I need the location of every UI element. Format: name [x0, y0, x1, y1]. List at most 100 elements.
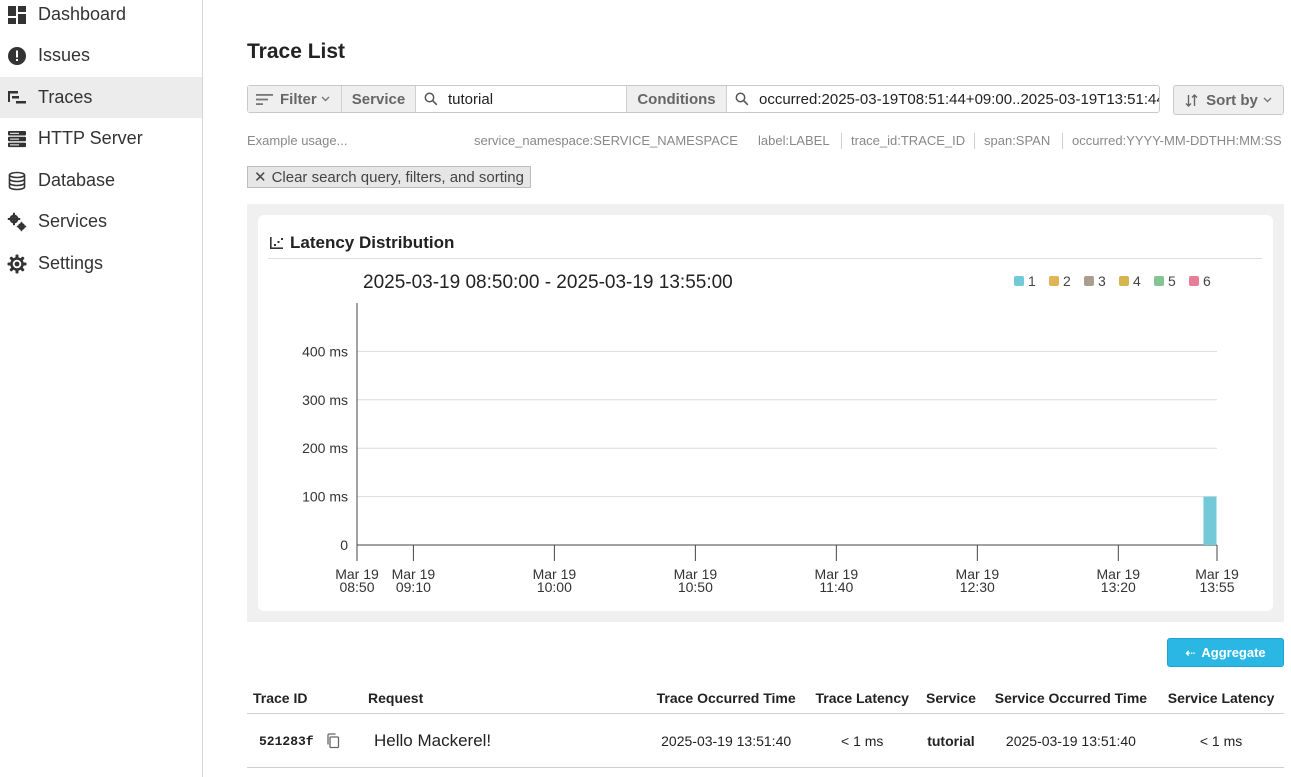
sidebar-item-database[interactable]: Database — [0, 160, 202, 201]
x-tick-label: 09:10 — [396, 579, 431, 595]
hint-divider — [974, 133, 975, 149]
service-latency-cell: < 1 ms — [1158, 713, 1284, 768]
legend-swatch-5 — [1154, 276, 1164, 286]
y-tick-label: 100 ms — [302, 489, 348, 505]
legend-swatch-3 — [1084, 276, 1094, 286]
page-title: Trace List — [247, 40, 346, 63]
service-occurred-time-cell: 2025-03-19 13:51:40 — [983, 713, 1159, 768]
trace-occurred-time-cell: 2025-03-19 13:51:40 — [646, 713, 807, 768]
sort-label: Sort by — [1206, 91, 1258, 109]
dashboard-icon — [6, 4, 28, 26]
legend-swatch-6 — [1189, 276, 1199, 286]
trace-id-link[interactable]: 521283f — [259, 734, 314, 749]
legend-label-4: 4 — [1133, 273, 1141, 289]
sidebar-item-label: Services — [38, 211, 108, 231]
column-header-trace-occurred-time[interactable]: Trace Occurred Time — [646, 683, 807, 714]
trace-latency-cell: < 1 ms — [806, 713, 919, 768]
hint-divider — [841, 133, 842, 149]
service-label: Service — [342, 86, 416, 112]
x-tick-label: 13:55 — [1199, 579, 1234, 595]
x-tick-label: 13:20 — [1101, 579, 1136, 595]
hint-label[interactable]: label:LABEL — [758, 133, 830, 148]
conditions-input[interactable] — [759, 90, 1159, 108]
alert-circle-icon — [6, 45, 28, 67]
legend-label-5: 5 — [1168, 273, 1176, 289]
chart-panel: Latency Distribution 2025-03-19 08:50:00… — [247, 204, 1284, 622]
search-icon — [735, 92, 749, 106]
request-cell: Hello Mackerel! — [362, 713, 646, 768]
clear-search-label: Clear search query, filters, and sorting — [271, 168, 524, 186]
x-tick-label: 12:30 — [960, 579, 995, 595]
column-header-request[interactable]: Request — [362, 683, 646, 714]
x-tick-label: 11:40 — [819, 579, 853, 595]
traces-table: Trace ID Request Trace Occurred Time Tra… — [247, 683, 1284, 768]
services-icon — [6, 211, 28, 233]
sidebar-item-traces[interactable]: Traces — [0, 77, 202, 118]
hint-divider — [1062, 133, 1063, 149]
sidebar-item-services[interactable]: Services — [0, 201, 202, 242]
hint-service-namespace[interactable]: service_namespace:SERVICE_NAMESPACE — [474, 133, 738, 148]
filter-label: Filter — [280, 90, 317, 108]
server-icon — [6, 128, 28, 150]
sidebar: Dashboard Issues Traces HTTP Server Data… — [0, 0, 203, 777]
legend-label-6: 6 — [1203, 273, 1211, 289]
service-search — [416, 86, 627, 112]
x-tick-label: 10:00 — [537, 579, 572, 595]
column-header-trace-latency[interactable]: Trace Latency — [806, 683, 919, 714]
chevron-down-icon — [1263, 97, 1272, 103]
filter-button[interactable]: Filter — [248, 86, 342, 112]
table-row[interactable]: 521283f Hello Mackerel! 2025-03-19 13:51… — [247, 713, 1284, 768]
conditions-search — [727, 86, 1159, 112]
legend-label-1: 1 — [1028, 273, 1036, 289]
latency-chart: 2025-03-19 08:50:00 - 2025-03-19 13:55:0… — [302, 272, 1239, 595]
legend-swatch-2 — [1049, 276, 1059, 286]
gear-icon — [6, 253, 28, 275]
copy-icon[interactable] — [326, 733, 340, 749]
latency-distribution-card: Latency Distribution 2025-03-19 08:50:00… — [258, 215, 1273, 611]
column-header-service-occurred-time[interactable]: Service Occurred Time — [983, 683, 1159, 714]
database-icon — [6, 170, 28, 192]
sidebar-item-dashboard[interactable]: Dashboard — [0, 0, 202, 35]
sidebar-item-label: Traces — [38, 87, 93, 107]
y-tick-label: 400 ms — [302, 343, 348, 359]
sort-by-button[interactable]: Sort by — [1173, 85, 1284, 115]
latency-bar — [1203, 496, 1217, 545]
aggregate-icon: ⇠ — [1185, 645, 1196, 660]
column-header-service-latency[interactable]: Service Latency — [1158, 683, 1284, 714]
service-cell: tutorial — [918, 713, 984, 768]
hint-trace-id[interactable]: trace_id:TRACE_ID — [851, 133, 965, 148]
table-header-row: Trace ID Request Trace Occurred Time Tra… — [247, 683, 1284, 714]
hint-span[interactable]: span:SPAN — [984, 133, 1050, 148]
hint-occurred[interactable]: occurred:YYYY-MM-DDTHH:MM:SS — [1072, 133, 1282, 148]
filter-lines-icon — [256, 93, 273, 105]
clear-search-button[interactable]: ✕ Clear search query, filters, and sorti… — [247, 166, 531, 188]
trace-id-cell: 521283f — [247, 713, 362, 768]
legend-swatch-4 — [1119, 276, 1129, 286]
x-tick-label: 10:50 — [678, 579, 713, 595]
legend-swatch-1 — [1014, 276, 1024, 286]
sidebar-item-issues[interactable]: Issues — [0, 35, 202, 76]
aggregate-button[interactable]: ⇠ Aggregate — [1167, 638, 1284, 667]
close-icon: ✕ — [254, 169, 267, 186]
y-tick-label: 300 ms — [302, 392, 348, 408]
search-bar: Filter Service Conditions — [247, 85, 1160, 113]
column-header-trace-id[interactable]: Trace ID — [247, 683, 362, 714]
sidebar-item-label: Issues — [38, 45, 91, 65]
traces-icon — [6, 87, 28, 109]
conditions-label: Conditions — [627, 86, 727, 112]
legend-label-3: 3 — [1098, 273, 1106, 289]
request-text[interactable]: Hello Mackerel! — [374, 731, 491, 750]
sidebar-item-settings[interactable]: Settings — [0, 243, 202, 284]
sidebar-item-http-server[interactable]: HTTP Server — [0, 118, 202, 159]
sort-icon — [1185, 93, 1198, 107]
chevron-down-icon — [321, 96, 330, 102]
legend-label-2: 2 — [1063, 273, 1071, 289]
column-header-service[interactable]: Service — [918, 683, 984, 714]
sidebar-item-label: Settings — [38, 253, 104, 273]
example-usage-label: Example usage... — [247, 133, 348, 148]
sidebar-item-label: Dashboard — [38, 4, 127, 24]
y-tick-label: 0 — [340, 537, 348, 553]
service-input[interactable] — [448, 90, 626, 108]
sidebar-item-label: HTTP Server — [38, 128, 143, 148]
y-tick-label: 200 ms — [302, 440, 348, 456]
